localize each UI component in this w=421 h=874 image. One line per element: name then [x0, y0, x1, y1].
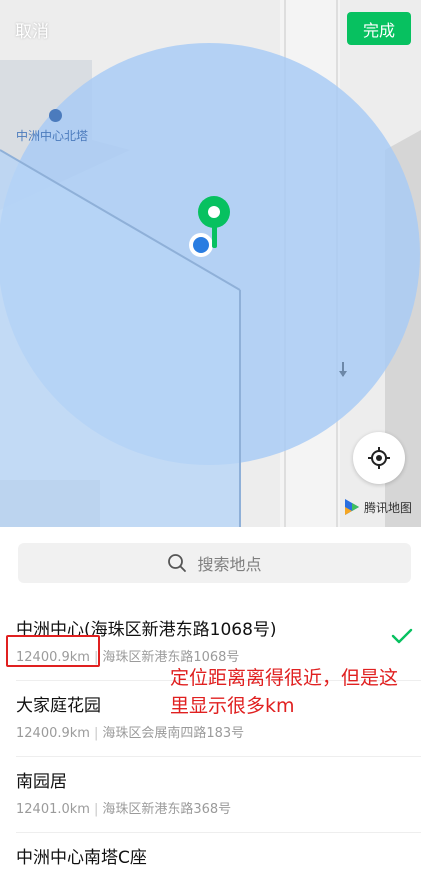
- place-item[interactable]: 中洲中心南塔C座: [0, 833, 421, 874]
- top-bar: 取消 完成: [0, 0, 421, 60]
- place-name: 大家庭花园: [16, 696, 101, 716]
- search-icon: [168, 554, 187, 572]
- place-address: 海珠区会展南四路183号: [102, 726, 245, 741]
- place-details: 12400.9km | 海珠区会展南四路183号: [16, 726, 245, 741]
- map-brand: 腾讯地图: [343, 497, 412, 517]
- annotation-highlight-box: [6, 635, 100, 667]
- done-button[interactable]: 完成: [347, 12, 411, 45]
- tencent-map-logo-icon: [345, 499, 359, 515]
- locate-me-button[interactable]: [353, 432, 405, 484]
- place-distance: 12401.0km: [16, 802, 90, 817]
- search-placeholder: 搜索地点: [197, 555, 262, 574]
- place-name: 南园居: [16, 772, 67, 792]
- map-pin-icon: [198, 196, 230, 248]
- brand-label: 腾讯地图: [364, 500, 413, 515]
- place-address: 海珠区新港东路368号: [102, 802, 232, 817]
- place-item[interactable]: 南园居 12401.0km | 海珠区新港东路368号: [0, 757, 421, 833]
- crosshair-icon: [368, 447, 390, 469]
- cancel-button[interactable]: 取消: [15, 17, 49, 42]
- map-view[interactable]: 中洲中心北塔 取消 完成 腾讯地图: [0, 0, 421, 527]
- building-icon: [49, 109, 62, 122]
- checkmark-icon: [391, 628, 413, 644]
- place-name: 中洲中心南塔C座: [16, 848, 147, 868]
- place-distance: 12400.9km: [16, 726, 90, 741]
- place-address: 海珠区新港东路1068号: [102, 650, 240, 665]
- place-details: 12401.0km | 海珠区新港东路368号: [16, 802, 232, 817]
- poi-label[interactable]: 中洲中心北塔: [16, 127, 88, 144]
- search-input[interactable]: 搜索地点: [18, 543, 411, 583]
- annotation-note: 定位距离离得很近，但是这里显示很多km: [170, 667, 399, 717]
